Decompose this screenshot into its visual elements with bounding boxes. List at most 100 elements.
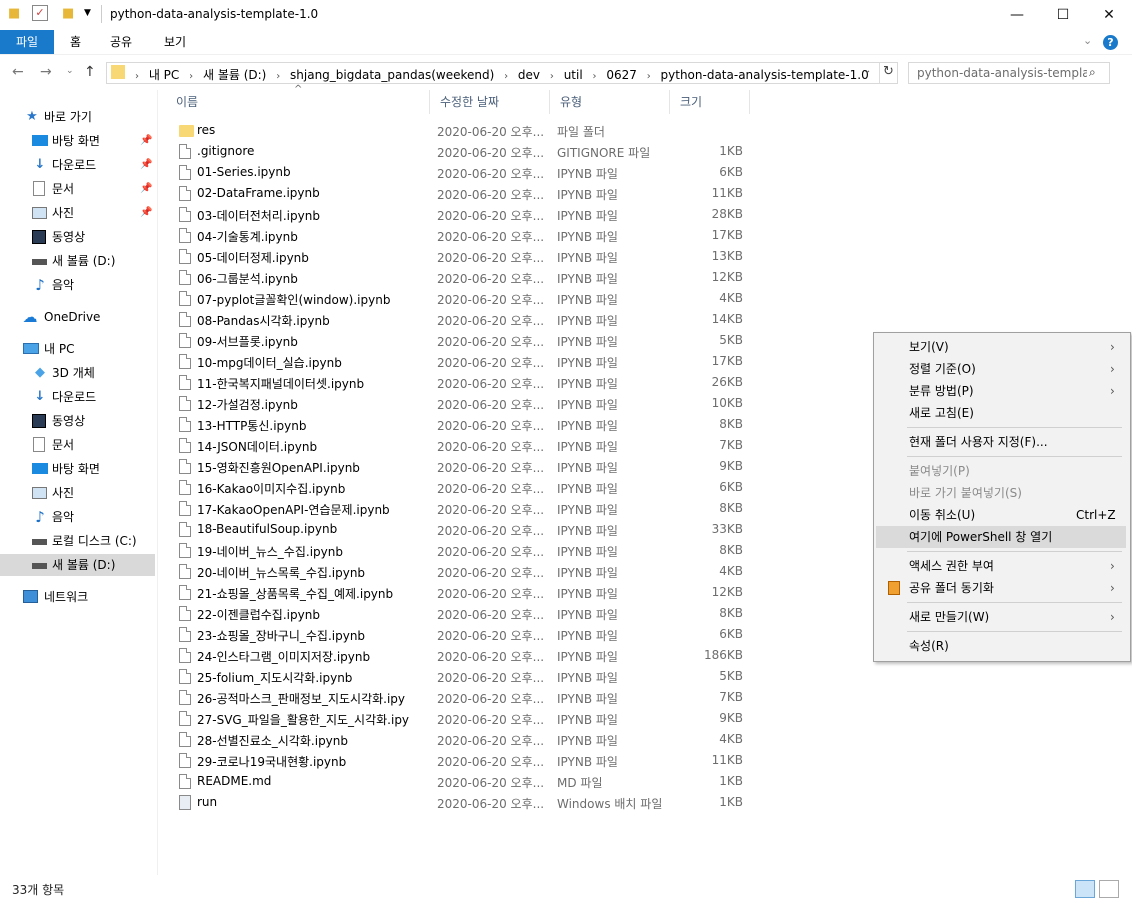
forward-button[interactable]: → xyxy=(40,64,52,80)
sidebar-item-music[interactable]: ♪ 음악 xyxy=(0,274,155,296)
context-menu-item[interactable]: 새로 고침(E) xyxy=(876,402,1126,424)
sidebar-item-drive-c[interactable]: 로컬 디스크 (C:) xyxy=(0,530,155,552)
file-row[interactable]: 26-공적마스크_판매정보_지도시각화.ipy 2020-06-20 오후... I… xyxy=(166,687,756,708)
quick-access-dropdown-icon[interactable]: ▼ xyxy=(84,8,91,18)
file-row[interactable]: 29-코로나19국내현황.ipynb 2020-06-20 오후... IPYNB … xyxy=(166,750,756,771)
close-button[interactable]: ✕ xyxy=(1086,0,1132,30)
file-row[interactable]: 25-folium_지도시각화.ipynb 2020-06-20 오후... IPY… xyxy=(166,666,756,687)
recent-locations-icon[interactable]: ⌄ xyxy=(66,66,74,76)
file-row[interactable]: 03-데이터전처리.ipynb 2020-06-20 오후... IPYNB 파일 2… xyxy=(166,204,756,225)
file-row[interactable]: 08-Pandas시각화.ipynb 2020-06-20 오후... IPYNB … xyxy=(166,309,756,330)
submenu-arrow-icon: › xyxy=(1110,559,1115,573)
breadcrumb-item[interactable]: 0627 xyxy=(606,68,637,82)
file-row[interactable]: 15-영화진흥원OpenAPI.ipynb 2020-06-20 오후... IPY… xyxy=(166,456,756,477)
file-row[interactable]: 18-BeautifulSoup.ipynb 2020-06-20 오후... IP… xyxy=(166,519,756,540)
sidebar-item-documents[interactable]: 문서 📌 xyxy=(0,178,155,200)
context-menu-item[interactable]: 분류 방법(P) › xyxy=(876,380,1126,402)
properties-check-icon[interactable]: ✓ xyxy=(32,5,48,21)
file-row[interactable]: 23-쇼핑몰_장바구니_수집.ipynb 2020-06-20 오후... IPYN… xyxy=(166,624,756,645)
details-view-icon[interactable] xyxy=(1075,880,1095,898)
address-dropdown-icon[interactable]: ⌄ xyxy=(863,65,871,76)
file-row[interactable]: 17-KakaoOpenAPI-연습문제.ipynb 2020-06-20 오후.… xyxy=(166,498,756,519)
sidebar-item-music-pc[interactable]: ♪ 음악 xyxy=(0,506,155,528)
column-header-type[interactable]: 유형 xyxy=(550,90,670,114)
file-row[interactable]: README.md 2020-06-20 오후... MD 파일 1KB xyxy=(166,771,756,792)
sidebar-item-desktop[interactable]: 바탕 화면 📌 xyxy=(0,130,155,152)
breadcrumb-item[interactable]: python-data-analysis-template-1.0 xyxy=(661,68,869,82)
sidebar-item-pictures-pc[interactable]: 사진 xyxy=(0,482,155,504)
address-bar[interactable]: › 내 PC › 새 볼륨 (D:) › shjang_bigdata_pand… xyxy=(106,62,898,84)
file-row[interactable]: 20-네이버_뉴스목록_수집.ipynb 2020-06-20 오후... IPYN… xyxy=(166,561,756,582)
breadcrumb-item[interactable]: 새 볼륨 (D:) xyxy=(203,68,266,82)
refresh-icon[interactable]: ↻ xyxy=(883,64,894,79)
sidebar-item-videos-pc[interactable]: 동영상 xyxy=(0,410,155,432)
column-header-date[interactable]: 수정한 날짜 xyxy=(430,90,550,114)
tab-file[interactable]: 파일 xyxy=(0,30,54,54)
tab-view[interactable]: 보기 xyxy=(150,30,200,54)
drive-icon xyxy=(32,259,47,265)
sidebar-item-quick-access[interactable]: ★ 바로 가기 xyxy=(0,106,155,128)
back-button[interactable]: ← xyxy=(12,64,24,80)
file-row[interactable]: 22-이젠클럽수집.ipynb 2020-06-20 오후... IPYNB 파일 8… xyxy=(166,603,756,624)
sidebar-item-this-pc[interactable]: 내 PC xyxy=(0,338,155,360)
file-row[interactable]: 10-mpg데이터_실습.ipynb 2020-06-20 오후... IPYNB … xyxy=(166,351,756,372)
context-menu-item[interactable]: 속성(R) xyxy=(876,635,1126,657)
context-menu-item[interactable]: 현재 폴더 사용자 지정(F)... xyxy=(876,431,1126,453)
maximize-button[interactable]: ☐ xyxy=(1040,0,1086,30)
file-row[interactable]: 06-그룹분석.ipynb 2020-06-20 오후... IPYNB 파일 12K… xyxy=(166,267,756,288)
new-folder-icon[interactable]: ■ xyxy=(62,6,74,21)
sidebar-item-desktop-pc[interactable]: 바탕 화면 xyxy=(0,458,155,480)
help-icon[interactable]: ? xyxy=(1103,35,1118,50)
context-menu-item[interactable]: 여기에 PowerShell 창 열기 xyxy=(876,526,1126,548)
file-row[interactable]: 21-쇼핑몰_상품목록_수집_예제.ipynb 2020-06-20 오후... I… xyxy=(166,582,756,603)
sidebar-item-drive-d[interactable]: 새 볼륨 (D:) xyxy=(0,250,155,272)
file-row[interactable]: 16-Kakao이미지수집.ipynb 2020-06-20 오후... IPYNB… xyxy=(166,477,756,498)
file-row[interactable]: 14-JSON데이터.ipynb 2020-06-20 오후... IPYNB 파일… xyxy=(166,435,756,456)
file-row[interactable]: res 2020-06-20 오후... 파일 폴더 xyxy=(166,120,756,141)
file-row[interactable]: 28-선별진료소_시각화.ipynb 2020-06-20 오후... IPYNB … xyxy=(166,729,756,750)
tab-share[interactable]: 공유 xyxy=(96,30,146,54)
breadcrumb-item[interactable]: dev xyxy=(518,68,540,82)
file-row[interactable]: 11-한국복지패널데이터셋.ipynb 2020-06-20 오후... IPYNB… xyxy=(166,372,756,393)
context-menu-item[interactable]: 공유 폴더 동기화 › xyxy=(876,577,1126,599)
file-row[interactable]: 05-데이터정제.ipynb 2020-06-20 오후... IPYNB 파일 13… xyxy=(166,246,756,267)
file-row[interactable]: 02-DataFrame.ipynb 2020-06-20 오후... IPYNB … xyxy=(166,183,756,204)
file-row[interactable]: 07-pyplot글꼴확인(window).ipynb 2020-06-20 오후… xyxy=(166,288,756,309)
sidebar-item-3d-objects[interactable]: ◆ 3D 개체 xyxy=(0,362,155,384)
file-row[interactable]: 24-인스타그램_이미지저장.ipynb 2020-06-20 오후... IPYN… xyxy=(166,645,756,666)
column-header-name[interactable]: 이름 xyxy=(166,90,430,114)
file-row[interactable]: 19-네이버_뉴스_수집.ipynb 2020-06-20 오후... IPYNB … xyxy=(166,540,756,561)
file-row[interactable]: 04-기술통계.ipynb 2020-06-20 오후... IPYNB 파일 17K… xyxy=(166,225,756,246)
file-row[interactable]: 13-HTTP통신.ipynb 2020-06-20 오후... IPYNB 파일 8… xyxy=(166,414,756,435)
context-menu-item[interactable]: 새로 만들기(W) › xyxy=(876,606,1126,628)
search-icon[interactable]: ⌕ xyxy=(1089,65,1096,80)
sidebar-item-onedrive[interactable]: ☁ OneDrive xyxy=(0,306,155,328)
up-button[interactable]: ↑ xyxy=(84,64,96,80)
sidebar-item-downloads-pc[interactable]: ↓ 다운로드 xyxy=(0,386,155,408)
column-header-size[interactable]: 크기 xyxy=(670,90,750,114)
ribbon-expand-icon[interactable]: ⌄ xyxy=(1083,34,1092,47)
search-input[interactable]: python-data-analysis-templa... ⌕ xyxy=(908,62,1110,84)
file-row[interactable]: 27-SVG_파일을_활용한_지도_시각화.ipy 2020-06-20 오후..… xyxy=(166,708,756,729)
breadcrumb-item[interactable]: util xyxy=(564,68,583,82)
file-row[interactable]: 09-서브플롯.ipynb 2020-06-20 오후... IPYNB 파일 5KB xyxy=(166,330,756,351)
context-menu-item[interactable]: 정렬 기준(O) › xyxy=(876,358,1126,380)
breadcrumb-item[interactable]: shjang_bigdata_pandas(weekend) xyxy=(290,68,494,82)
file-row[interactable]: 01-Series.ipynb 2020-06-20 오후... IPYNB 파일 6… xyxy=(166,162,756,183)
file-row[interactable]: run 2020-06-20 오후... Windows 배치 파일 1KB xyxy=(166,792,756,813)
large-icons-view-icon[interactable] xyxy=(1099,880,1119,898)
sidebar-item-documents-pc[interactable]: 문서 xyxy=(0,434,155,456)
sidebar-item-drive-d-pc[interactable]: 새 볼륨 (D:) xyxy=(0,554,155,576)
context-menu-item[interactable]: 이동 취소(U) Ctrl+Z xyxy=(876,504,1126,526)
minimize-button[interactable]: — xyxy=(994,0,1040,30)
context-menu-item[interactable]: 보기(V) › xyxy=(876,336,1126,358)
file-row[interactable]: 12-가설검정.ipynb 2020-06-20 오후... IPYNB 파일 10K… xyxy=(166,393,756,414)
sidebar-item-videos[interactable]: 동영상 xyxy=(0,226,155,248)
sidebar-item-pictures[interactable]: 사진 📌 xyxy=(0,202,155,224)
sidebar-item-downloads[interactable]: ↓ 다운로드 📌 xyxy=(0,154,155,176)
tab-home[interactable]: 홈 xyxy=(56,30,95,54)
sidebar-item-network[interactable]: 네트워크 xyxy=(0,586,155,608)
context-menu-item[interactable]: 액세스 권한 부여 › xyxy=(876,555,1126,577)
file-row[interactable]: .gitignore 2020-06-20 오후... GITIGNORE 파일 1K… xyxy=(166,141,756,162)
breadcrumb-item[interactable]: 내 PC xyxy=(149,68,179,82)
